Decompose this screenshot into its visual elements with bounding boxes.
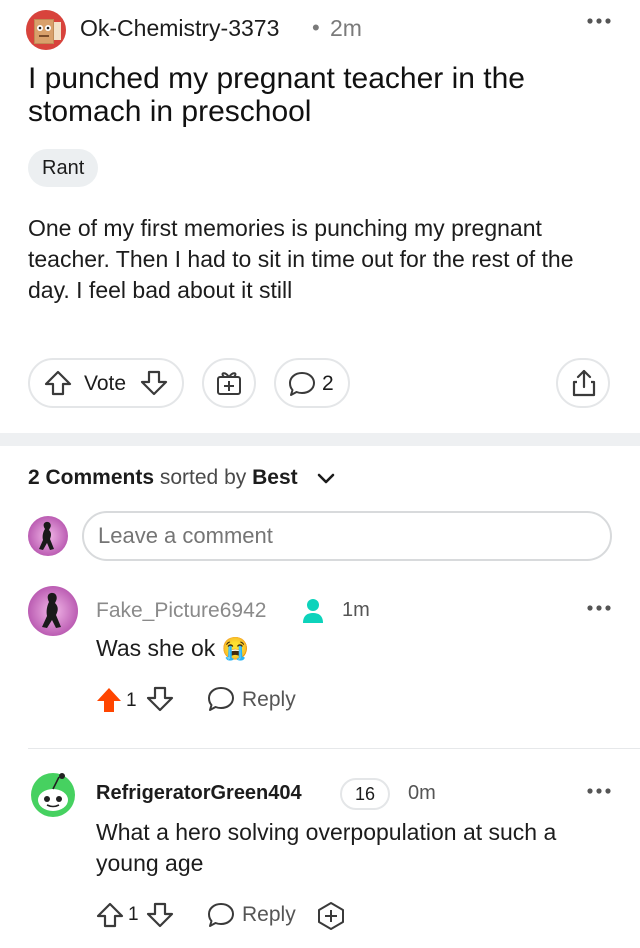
- current-user-avatar[interactable]: [28, 516, 68, 556]
- post-author-avatar[interactable]: [26, 10, 66, 50]
- vote-label: Vote: [84, 372, 127, 395]
- reply-button[interactable]: Reply: [242, 903, 296, 927]
- section-divider: [0, 433, 640, 446]
- post-body: One of my first memories is punching my …: [28, 215, 574, 303]
- comment-separator: [28, 748, 640, 749]
- post-more-icon[interactable]: [586, 16, 612, 26]
- comment-author-avatar[interactable]: [28, 586, 78, 636]
- post-author-username[interactable]: Ok-Chemistry-3373: [80, 15, 279, 42]
- comment-more-icon[interactable]: [586, 603, 612, 613]
- reply-icon[interactable]: [207, 902, 235, 928]
- downvote-icon[interactable]: [146, 686, 174, 712]
- share-icon: [570, 368, 598, 398]
- comments-sort-bar[interactable]: 2 Comments sorted by Best: [28, 466, 298, 490]
- comment-body: Was she ok 😭: [96, 635, 249, 662]
- crying-emoji: 😭: [221, 636, 250, 661]
- post-flair[interactable]: Rant: [28, 149, 99, 187]
- sorted-by-label: sorted by: [159, 466, 247, 489]
- comment-author-username[interactable]: RefrigeratorGreen404: [96, 782, 302, 805]
- comment-author-username[interactable]: Fake_Picture6942: [96, 599, 266, 623]
- post-title: I punched my pregnant teacher in the sto…: [28, 62, 525, 128]
- upvote-active-icon[interactable]: [96, 686, 122, 714]
- comments-count-label: 2 Comments: [28, 466, 155, 489]
- meta-separator: •: [312, 15, 320, 40]
- online-user-icon: [302, 597, 324, 625]
- downvote-icon[interactable]: [140, 370, 168, 396]
- reply-button[interactable]: Reply: [242, 688, 296, 712]
- sort-value[interactable]: Best: [252, 466, 298, 489]
- comment-text: Was she ok: [96, 635, 216, 661]
- comment-body: What a hero solving overpopulation at su…: [96, 819, 557, 876]
- comment-timestamp: 0m: [408, 782, 436, 804]
- downvote-icon[interactable]: [146, 902, 174, 928]
- chevron-down-icon[interactable]: [316, 471, 336, 487]
- upvote-icon[interactable]: [44, 370, 72, 396]
- comment-author-avatar[interactable]: [26, 768, 80, 822]
- upvote-icon[interactable]: [96, 902, 124, 928]
- comment-more-icon[interactable]: [586, 786, 612, 796]
- karma-badge: 16: [340, 778, 390, 810]
- comment-input[interactable]: [82, 511, 612, 561]
- comment-timestamp: 1m: [342, 599, 370, 621]
- post-timestamp: 2m: [330, 15, 362, 41]
- award-icon: [215, 370, 243, 396]
- comment-vote-count: 1: [126, 690, 137, 711]
- comment-vote-count: 1: [128, 904, 139, 925]
- comment-count: 2: [322, 372, 334, 395]
- comment-icon: [288, 371, 316, 397]
- reply-icon[interactable]: [207, 686, 235, 712]
- award-plus-icon[interactable]: [316, 901, 346, 931]
